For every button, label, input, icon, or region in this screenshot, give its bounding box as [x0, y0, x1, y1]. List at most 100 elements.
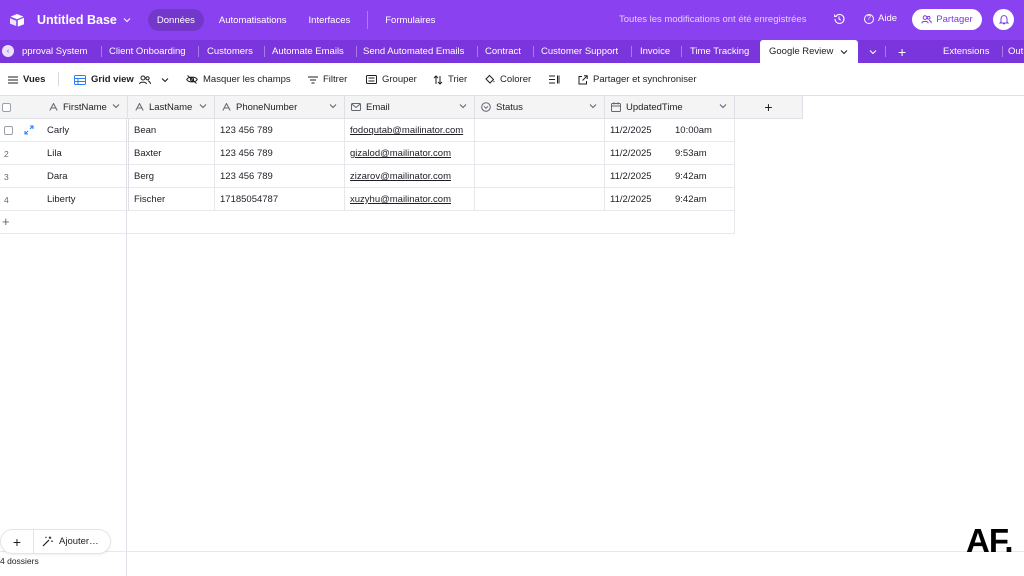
cell-lastname[interactable]: Fischer	[128, 188, 215, 211]
single-select-icon	[481, 102, 491, 112]
cell-status[interactable]	[475, 142, 605, 165]
chevron-down-icon[interactable]	[329, 103, 337, 109]
cell-lastname[interactable]: Berg	[128, 165, 215, 188]
hide-fields-button[interactable]: Masquer les champs	[186, 63, 291, 96]
add-record-icon[interactable]: +	[2, 215, 10, 228]
tab-approval-system[interactable]: pproval System	[22, 40, 87, 63]
nav-forms-tab[interactable]: Formulaires	[385, 15, 435, 26]
table-row[interactable]: 4 Liberty Fischer 17185054787 xuzyhu@mai…	[0, 188, 735, 211]
notifications-button[interactable]	[993, 9, 1014, 30]
tools-button[interactable]: Out	[1008, 40, 1023, 63]
add-with-ai-button[interactable]: Ajouter…	[42, 536, 99, 547]
cell-lastname[interactable]: Bean	[128, 119, 215, 142]
nav-data-tab[interactable]: Données	[147, 9, 204, 31]
tab-divider	[885, 46, 886, 57]
tab-google-review[interactable]: Google Review	[760, 40, 858, 63]
tab-customers[interactable]: Customers	[207, 40, 253, 63]
add-record-row[interactable]: +	[0, 211, 735, 234]
extensions-button[interactable]: Extensions	[943, 40, 989, 63]
chevron-down-icon[interactable]	[589, 103, 597, 109]
color-button[interactable]: Colorer	[484, 63, 531, 96]
cell-lastname[interactable]: Baxter	[128, 142, 215, 165]
cell-phonenumber[interactable]: 123 456 789	[215, 165, 345, 188]
filter-button[interactable]: Filtrer	[308, 63, 347, 96]
grid-view-label: Grid view	[91, 74, 134, 85]
tab-send-automated-emails[interactable]: Send Automated Emails	[363, 40, 464, 63]
table-tabs-bar: ‹ pproval System Client Onboarding Custo…	[0, 40, 1024, 63]
cell-phonenumber[interactable]: 17185054787	[215, 188, 345, 211]
cell-firstname[interactable]: Lila	[42, 142, 128, 165]
history-icon[interactable]	[832, 12, 846, 26]
cell-updatedtime[interactable]: 11/2/2025 9:53am	[605, 142, 735, 165]
chevron-down-icon[interactable]	[459, 103, 467, 109]
row-checkbox-cell[interactable]	[4, 119, 13, 142]
nav-divider	[367, 11, 369, 29]
tab-customer-support[interactable]: Customer Support	[541, 40, 618, 63]
chevron-down-icon[interactable]	[161, 77, 169, 83]
add-record-button[interactable]: +	[1, 534, 33, 550]
table-row[interactable]: Carly Bean 123 456 789 fodoqutab@mailina…	[0, 119, 735, 142]
column-header-email[interactable]: Email	[345, 96, 475, 119]
views-button[interactable]: Vues	[8, 63, 45, 96]
sort-button[interactable]: Trier	[433, 63, 467, 96]
watermark-logo: AF.	[966, 522, 1013, 559]
column-header-firstname[interactable]: FirstName	[42, 96, 128, 119]
top-bar: Untitled Base Données Automatisations In…	[0, 0, 1024, 40]
cell-updatedtime[interactable]: 11/2/2025 9:42am	[605, 165, 735, 188]
column-header-lastname[interactable]: LastName	[128, 96, 215, 119]
cell-status[interactable]	[475, 119, 605, 142]
tab-client-onboarding[interactable]: Client Onboarding	[109, 40, 186, 63]
table-row[interactable]: 3 Dara Berg 123 456 789 zizarov@mailinat…	[0, 165, 735, 188]
add-field-button[interactable]: +	[735, 96, 803, 119]
airtable-logo-icon[interactable]	[9, 13, 25, 27]
all-tables-chevron-icon[interactable]	[869, 40, 877, 63]
cell-date: 11/2/2025	[610, 125, 652, 136]
cell-status[interactable]	[475, 165, 605, 188]
scroll-tabs-left-icon[interactable]: ‹	[2, 45, 14, 57]
cell-phonenumber[interactable]: 123 456 789	[215, 142, 345, 165]
row-checkbox[interactable]	[4, 126, 13, 135]
chevron-down-icon[interactable]	[719, 103, 727, 109]
base-title[interactable]: Untitled Base	[37, 13, 117, 27]
grid-view-switcher[interactable]: Grid view	[74, 63, 169, 96]
cell-status[interactable]	[475, 188, 605, 211]
cell-time: 9:53am	[675, 148, 707, 159]
cell-phonenumber[interactable]: 123 456 789	[215, 119, 345, 142]
table-row[interactable]: 2 Lila Baxter 123 456 789 gizalod@mailin…	[0, 142, 735, 165]
base-menu-chevron-icon[interactable]	[123, 15, 131, 25]
nav-automations-tab[interactable]: Automatisations	[219, 15, 287, 26]
share-sync-button[interactable]: Partager et synchroniser	[578, 63, 697, 96]
column-header-phonenumber[interactable]: PhoneNumber	[215, 96, 345, 119]
cell-updatedtime[interactable]: 11/2/2025 9:42am	[605, 188, 735, 211]
cell-firstname[interactable]: Liberty	[42, 188, 128, 211]
cell-updatedtime[interactable]: 11/2/2025 10:00am	[605, 119, 735, 142]
tab-contract[interactable]: Contract	[485, 40, 521, 63]
add-with-ai-label: Ajouter…	[59, 536, 99, 547]
chevron-down-icon[interactable]	[199, 103, 207, 109]
help-button[interactable]: ? Aide	[864, 13, 897, 24]
select-all-checkbox[interactable]	[2, 102, 11, 112]
column-header-updatedtime[interactable]: UpdatedTime	[605, 96, 735, 119]
cell-date: 11/2/2025	[610, 171, 652, 182]
toolbar-divider	[58, 72, 59, 86]
cell-email[interactable]: xuzyhu@mailinator.com	[345, 188, 475, 211]
cell-firstname[interactable]: Carly	[42, 119, 128, 142]
chevron-down-icon[interactable]	[112, 103, 120, 109]
cell-firstname[interactable]: Dara	[42, 165, 128, 188]
tab-time-tracking[interactable]: Time Tracking	[690, 40, 749, 63]
add-table-icon[interactable]: +	[898, 40, 906, 63]
column-label: Status	[496, 101, 523, 113]
cell-email[interactable]: fodoqutab@mailinator.com	[345, 119, 475, 142]
cell-email[interactable]: gizalod@mailinator.com	[345, 142, 475, 165]
expand-record-icon[interactable]	[24, 125, 34, 135]
row-height-button[interactable]	[549, 63, 560, 96]
tab-invoice[interactable]: Invoice	[640, 40, 670, 63]
nav-interfaces-tab[interactable]: Interfaces	[309, 15, 351, 26]
chevron-down-icon[interactable]	[840, 49, 848, 55]
column-header-status[interactable]: Status	[475, 96, 605, 119]
cell-email[interactable]: zizarov@mailinator.com	[345, 165, 475, 188]
tab-automate-emails[interactable]: Automate Emails	[272, 40, 344, 63]
text-field-icon	[221, 103, 231, 111]
share-button[interactable]: Partager	[912, 9, 982, 30]
group-button[interactable]: Grouper	[366, 63, 417, 96]
